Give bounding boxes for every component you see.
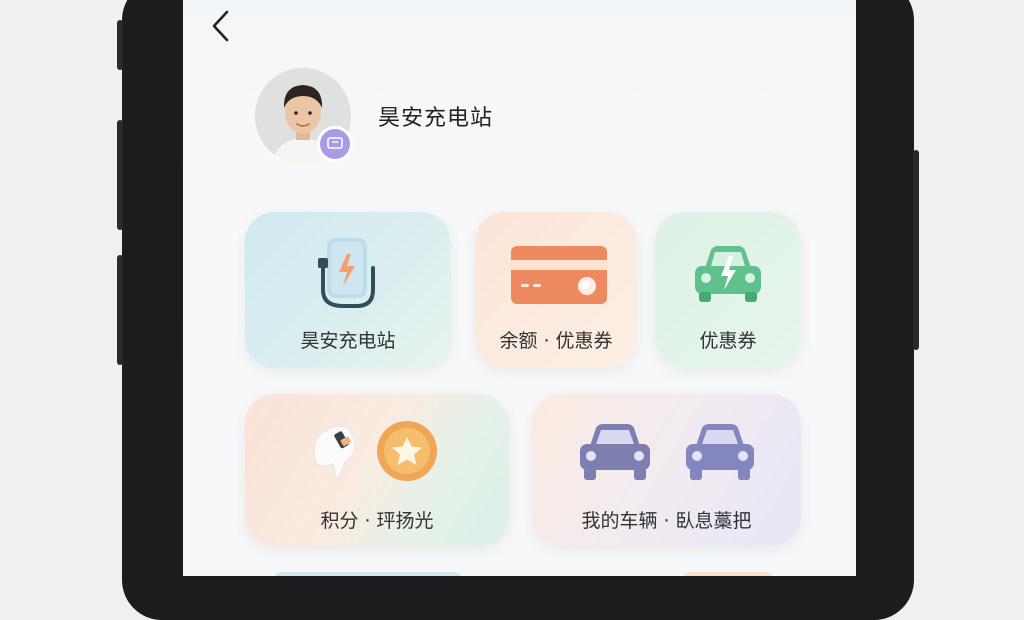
volume-button — [117, 255, 123, 365]
car-icon — [580, 424, 754, 480]
vehicles-card-label: 我的车辆 · 臥息藁把 — [581, 510, 752, 532]
volume-button — [117, 20, 123, 70]
balance-card[interactable]: 余额 · 优惠券 — [475, 212, 637, 368]
station-card-label: 昊安充电站 — [300, 330, 396, 352]
vehicles-card[interactable]: 我的车辆 · 臥息藁把 — [532, 394, 801, 546]
points-card-label: 积分 · 玶扬光 — [320, 510, 434, 532]
coupon-card[interactable]: 优惠券 — [655, 212, 801, 368]
points-card[interactable]: 积分 · 玶扬光 — [245, 394, 509, 546]
ev-car-icon — [695, 246, 761, 302]
coupon-card-label: 优惠券 — [699, 330, 757, 352]
station-card[interactable]: 昊安充电站 — [245, 212, 451, 368]
next-card-peek — [683, 572, 773, 576]
message-badge-icon — [317, 126, 353, 162]
avatar[interactable] — [255, 68, 353, 164]
charger-icon — [318, 238, 375, 308]
balance-card-label: 余额 · 优惠券 — [499, 330, 613, 352]
next-card-peek — [275, 572, 461, 576]
volume-button — [117, 120, 123, 230]
chevron-left-icon — [212, 10, 229, 42]
power-button — [913, 150, 919, 350]
profile-name: 昊安充电站 — [378, 106, 494, 131]
back-button[interactable] — [201, 6, 241, 46]
app-screen: 昊安充电站 昊安充电站 余额 · 优惠券 优惠券 积分 · 玶扬光 我的车辆 ·… — [183, 0, 856, 576]
card-icon — [511, 246, 607, 304]
points-icon — [313, 421, 437, 482]
